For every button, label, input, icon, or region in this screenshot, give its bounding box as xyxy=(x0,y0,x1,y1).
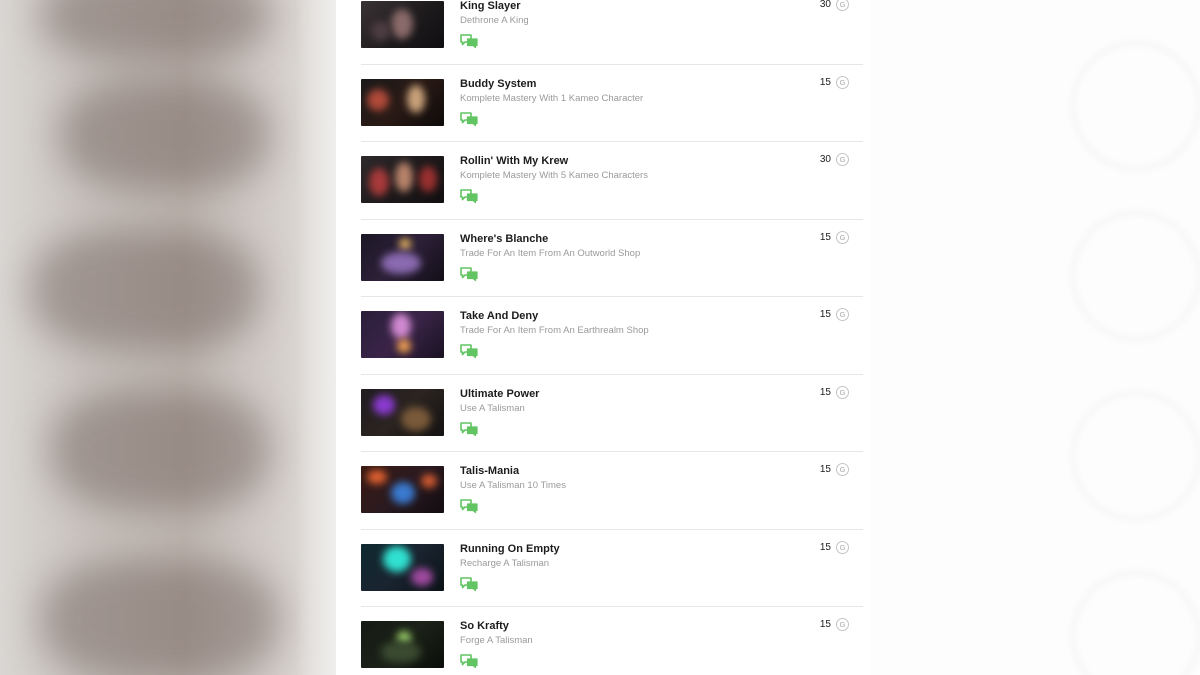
comment-icon[interactable] xyxy=(460,266,478,281)
gamerscore-points: 15 xyxy=(819,76,831,88)
gamerscore-g-icon: G xyxy=(836,75,849,89)
achievement-thumbnail[interactable] xyxy=(361,466,444,513)
achievement-item[interactable]: Rollin' With My Krew Komplete Mastery Wi… xyxy=(361,142,863,220)
achievement-description: Recharge A Talisman xyxy=(460,557,550,569)
gamerscore-points: 15 xyxy=(819,309,831,320)
gamerscore-points: 15 xyxy=(819,386,831,398)
achievement-description: Forge A Talisman xyxy=(460,635,533,646)
achievement-thumbnail[interactable] xyxy=(361,233,444,281)
achievement-item[interactable]: King Slayer Dethrone A King 30 G xyxy=(361,0,863,65)
gamerscore-points: 15 xyxy=(819,541,831,553)
gamerscore-points: 15 xyxy=(819,231,831,243)
achievement-title[interactable]: Talis-Mania xyxy=(460,465,519,477)
achievement-title[interactable]: King Slayer xyxy=(460,0,521,12)
screen: King Slayer Dethrone A King 30 G Buddy S… xyxy=(0,0,1200,675)
achievement-title[interactable]: Rollin' With My Krew xyxy=(460,155,568,167)
achievement-title[interactable]: Running On Empty xyxy=(460,543,560,555)
gamerscore-g-icon: G xyxy=(836,385,849,399)
blurred-background-left xyxy=(0,0,336,675)
comment-icon[interactable] xyxy=(460,654,478,669)
achievement-title[interactable]: Where's Blanche xyxy=(460,233,548,245)
gamerscore-g-icon: G xyxy=(836,153,849,166)
achievement-item[interactable]: Running On Empty Recharge A Talisman 15 … xyxy=(361,530,863,607)
achievement-thumbnail[interactable] xyxy=(361,1,444,48)
gamerscore-g-icon: G xyxy=(836,230,849,244)
achievement-description: Use A Talisman 10 Times xyxy=(460,480,566,491)
gamerscore-g-icon: G xyxy=(836,540,849,554)
achievement-item[interactable]: Buddy System Komplete Mastery With 1 Kam… xyxy=(361,65,863,142)
comment-icon[interactable] xyxy=(460,189,478,204)
achievement-description: Trade For An Item From An Earthrealm Sho… xyxy=(460,325,649,336)
gamerscore-g-icon: G xyxy=(836,618,849,631)
gamerscore-g-icon: G xyxy=(836,0,849,11)
achievement-title[interactable]: So Krafty xyxy=(460,620,509,632)
faint-background-right xyxy=(870,0,1200,675)
comment-icon[interactable] xyxy=(460,111,478,126)
achievement-thumbnail[interactable] xyxy=(361,388,444,436)
gamerscore-points: 30 xyxy=(819,0,831,10)
achievement-description: Trade For An Item From An Outworld Shop xyxy=(460,247,641,259)
gamerscore-g-icon: G xyxy=(836,308,849,321)
achievement-title[interactable]: Take And Deny xyxy=(460,310,538,322)
achievement-item[interactable]: Talis-Mania Use A Talisman 10 Times 15 G xyxy=(361,452,863,530)
comment-icon[interactable] xyxy=(460,421,478,436)
achievement-list: King Slayer Dethrone A King 30 G Buddy S… xyxy=(361,0,863,675)
achievement-thumbnail[interactable] xyxy=(361,156,444,203)
gamerscore-points: 15 xyxy=(819,464,831,475)
achievement-item[interactable]: Ultimate Power Use A Talisman 15 G xyxy=(361,375,863,452)
achievement-thumbnail[interactable] xyxy=(361,78,444,126)
comment-icon[interactable] xyxy=(460,344,478,359)
achievement-thumbnail[interactable] xyxy=(361,621,444,668)
gamerscore-points: 30 xyxy=(819,154,831,165)
comment-icon[interactable] xyxy=(460,34,478,49)
achievement-title[interactable]: Ultimate Power xyxy=(460,388,539,400)
achievement-description: Komplete Mastery With 5 Kameo Characters xyxy=(460,170,648,181)
achievement-thumbnail[interactable] xyxy=(361,311,444,358)
comment-icon[interactable] xyxy=(460,499,478,514)
gamerscore-points: 15 xyxy=(819,619,831,630)
achievement-item[interactable]: Take And Deny Trade For An Item From An … xyxy=(361,297,863,375)
achievement-title[interactable]: Buddy System xyxy=(460,78,536,90)
achievement-description: Use A Talisman xyxy=(460,402,525,414)
achievement-thumbnail[interactable] xyxy=(361,543,444,591)
comment-icon[interactable] xyxy=(460,576,478,591)
achievement-item[interactable]: So Krafty Forge A Talisman 15 G xyxy=(361,607,863,675)
achievement-description: Komplete Mastery With 1 Kameo Character xyxy=(460,92,644,104)
achievement-description: Dethrone A King xyxy=(460,15,529,26)
gamerscore-g-icon: G xyxy=(836,463,849,476)
achievement-item[interactable]: Where's Blanche Trade For An Item From A… xyxy=(361,220,863,297)
